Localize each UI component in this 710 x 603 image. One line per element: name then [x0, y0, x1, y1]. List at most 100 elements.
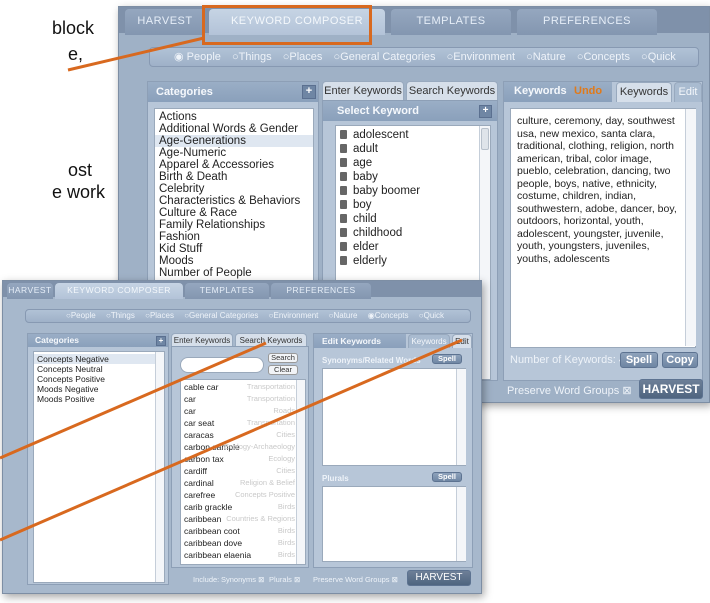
radio-quick[interactable]: ○Quick: [641, 51, 676, 63]
synonyms-toggle[interactable]: Synonyms ⊠: [221, 575, 264, 584]
tab-edit[interactable]: Edit: [452, 334, 472, 348]
search-result-row[interactable]: car seat Transportation: [181, 417, 305, 429]
keyword-item[interactable]: boy: [336, 198, 490, 212]
category-item[interactable]: Kid Stuff: [155, 243, 313, 255]
tab-keywords[interactable]: Keywords: [408, 334, 450, 348]
tab-preferences[interactable]: PREFERENCES: [517, 9, 657, 35]
synonyms-scrollbar[interactable]: [456, 369, 466, 465]
keyword-output-scrollbar[interactable]: [685, 109, 696, 346]
radio-nature[interactable]: ○Nature: [526, 51, 566, 63]
tab-keyword-composer[interactable]: KEYWORD COMPOSER: [55, 283, 183, 299]
category-item[interactable]: Characteristics & Behaviors: [155, 195, 313, 207]
radio-general-categories[interactable]: ○General Categories: [333, 51, 435, 63]
trash-icon[interactable]: [340, 256, 347, 265]
radio-places[interactable]: ○Places: [283, 51, 323, 63]
search-result-row[interactable]: cable car Transportation: [181, 381, 305, 393]
tab-enter-keywords[interactable]: Enter Keywords: [171, 333, 233, 347]
category-item[interactable]: Age-Numeric: [155, 147, 313, 159]
trash-icon[interactable]: [340, 228, 347, 237]
search-result-row[interactable]: caribbean Countries & Regions: [181, 513, 305, 525]
keyword-item[interactable]: baby boomer: [336, 184, 490, 198]
search-result-row[interactable]: car Roads: [181, 405, 305, 417]
clear-button[interactable]: Clear: [268, 365, 298, 375]
category-item[interactable]: Actions: [155, 111, 313, 123]
search-result-row[interactable]: caribbean elaenia Birds: [181, 549, 305, 561]
add-category-button[interactable]: +: [156, 336, 166, 346]
spell-button[interactable]: Spell: [620, 352, 658, 368]
tab-templates[interactable]: TEMPLATES: [185, 283, 269, 299]
radio-places[interactable]: ○Places: [145, 311, 174, 320]
harvest-button[interactable]: HARVEST: [407, 570, 471, 586]
trash-icon[interactable]: [340, 172, 347, 181]
trash-icon[interactable]: [340, 214, 347, 223]
tab-enter-keywords[interactable]: Enter Keywords: [322, 81, 404, 101]
keyword-item[interactable]: adolescent: [336, 128, 490, 142]
radio-people[interactable]: ◉ People: [174, 51, 221, 63]
trash-icon[interactable]: [340, 200, 347, 209]
tab-harvest[interactable]: HARVEST: [125, 9, 205, 35]
category-item[interactable]: Age-Generations: [155, 135, 313, 147]
search-result-row[interactable]: caribbean coot Birds: [181, 525, 305, 537]
tab-templates[interactable]: TEMPLATES: [391, 9, 511, 35]
search-result-row[interactable]: cardiff Cities: [181, 465, 305, 477]
trash-icon[interactable]: [340, 130, 347, 139]
search-results-scrollbar[interactable]: [296, 380, 305, 564]
radio-quick[interactable]: ○Quick: [419, 311, 444, 320]
radio-things[interactable]: ○Things: [106, 311, 135, 320]
search-result-row[interactable]: carbon tax Ecology: [181, 453, 305, 465]
radio-concepts[interactable]: ○Concepts: [577, 51, 630, 63]
search-button[interactable]: Search: [268, 353, 298, 363]
keyword-item[interactable]: elder: [336, 240, 490, 254]
category-item[interactable]: Concepts Positive: [34, 374, 164, 384]
keyword-item[interactable]: age: [336, 156, 490, 170]
radio-environment[interactable]: ○Environment: [447, 51, 515, 63]
search-result-row[interactable]: carbon sample Ecology-Archaeology: [181, 441, 305, 453]
category-item[interactable]: Celebrity: [155, 183, 313, 195]
copy-button[interactable]: Copy: [662, 352, 698, 368]
category-item[interactable]: Moods Positive: [34, 394, 164, 404]
category-item[interactable]: Concepts Neutral: [34, 364, 164, 374]
radio-people[interactable]: ○People: [66, 311, 96, 320]
tab-preferences[interactable]: PREFERENCES: [271, 283, 371, 299]
keyword-output-text[interactable]: culture, ceremony, day, southwest usa, n…: [510, 108, 696, 348]
keyword-item[interactable]: adult: [336, 142, 490, 156]
search-result-row[interactable]: caribbean dove Birds: [181, 537, 305, 549]
category-item[interactable]: Number of People: [155, 267, 313, 279]
tab-edit[interactable]: Edit: [674, 82, 702, 102]
search-result-row[interactable]: cardinal Religion & Belief: [181, 477, 305, 489]
radio-environment[interactable]: ○Environment: [269, 311, 319, 320]
category-item[interactable]: Additional Words & Gender: [155, 123, 313, 135]
category-item[interactable]: Fashion: [155, 231, 313, 243]
trash-icon[interactable]: [340, 144, 347, 153]
category-item[interactable]: Concepts Negative: [34, 354, 164, 364]
categories-scrollbar[interactable]: [155, 352, 164, 582]
tab-harvest[interactable]: HARVEST: [7, 283, 53, 299]
undo-button[interactable]: Undo: [574, 85, 602, 97]
keyword-item[interactable]: child: [336, 212, 490, 226]
plurals-textbox[interactable]: [322, 486, 466, 562]
radio-things[interactable]: ○Things: [232, 51, 272, 63]
keyword-item[interactable]: childhood: [336, 226, 490, 240]
search-result-row[interactable]: carib grackle Birds: [181, 501, 305, 513]
category-item[interactable]: Moods Negative: [34, 384, 164, 394]
category-item[interactable]: Culture & Race: [155, 207, 313, 219]
plurals-spell-button[interactable]: Spell: [432, 472, 462, 482]
preserve-word-groups-toggle[interactable]: Preserve Word Groups ⊠: [313, 575, 398, 584]
search-result-row[interactable]: car Transportation: [181, 393, 305, 405]
tab-keywords[interactable]: Keywords: [616, 82, 672, 102]
harvest-button[interactable]: HARVEST: [639, 379, 703, 399]
radio-general-categories[interactable]: ○General Categories: [184, 311, 258, 320]
trash-icon[interactable]: [340, 242, 347, 251]
add-category-button[interactable]: +: [302, 85, 316, 99]
plurals-scrollbar[interactable]: [456, 487, 466, 561]
tab-search-keywords[interactable]: Search Keywords: [235, 333, 307, 347]
plurals-toggle[interactable]: Plurals ⊠: [269, 575, 300, 584]
add-keyword-button[interactable]: +: [479, 105, 492, 118]
trash-icon[interactable]: [340, 158, 347, 167]
search-result-row[interactable]: caracas Cities: [181, 429, 305, 441]
category-item[interactable]: Family Relationships: [155, 219, 313, 231]
category-item[interactable]: Apparel & Accessories: [155, 159, 313, 171]
preserve-word-groups-toggle[interactable]: Preserve Word Groups ⊠: [507, 384, 632, 397]
keyword-item[interactable]: elderly: [336, 254, 490, 268]
radio-concepts[interactable]: ◉Concepts: [368, 311, 409, 320]
